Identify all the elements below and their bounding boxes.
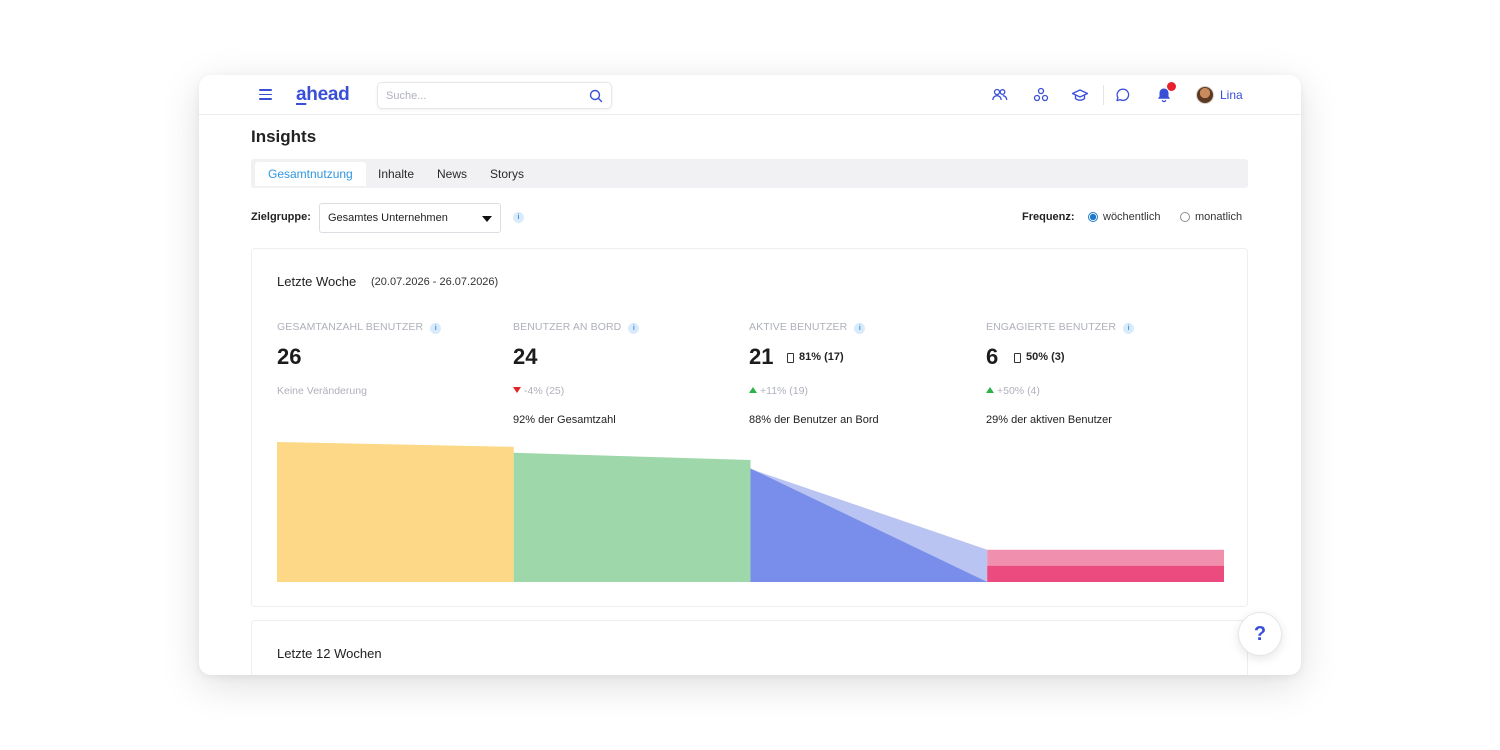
tab-bar: Gesamtnutzung Inhalte News Storys bbox=[251, 159, 1248, 188]
kpi-label: ENGAGIERTE BENUTZER i bbox=[986, 321, 1135, 334]
kpi-engaged-users: ENGAGIERTE BENUTZER i 6 50% (3) +50% (4)… bbox=[986, 321, 1216, 431]
tab-storys[interactable]: Storys bbox=[477, 162, 537, 186]
kpi-value: 21 bbox=[749, 344, 774, 369]
menu-icon[interactable] bbox=[259, 89, 272, 100]
audience-label: Zielgruppe: bbox=[251, 211, 311, 223]
notification-badge bbox=[1167, 82, 1176, 91]
kpi-change: +50% (4) bbox=[986, 385, 1040, 397]
search-box bbox=[377, 82, 612, 109]
toolbar-divider bbox=[1103, 85, 1104, 105]
info-icon[interactable]: i bbox=[513, 212, 524, 223]
radio-monthly-label[interactable]: monatlich bbox=[1195, 211, 1242, 223]
graduation-cap-icon[interactable] bbox=[1071, 86, 1089, 104]
kpi-value: 24 bbox=[513, 344, 538, 369]
app-window: ahead Lina Insights Gesamtnutzung Inhalt… bbox=[199, 75, 1301, 675]
kpi-total-users: GESAMTANZAHL BENUTZER i 26 Keine Verände… bbox=[277, 321, 507, 431]
trend-up-icon bbox=[749, 387, 757, 393]
kpi-label: AKTIVE BENUTZER i bbox=[749, 321, 866, 334]
chat-icon[interactable] bbox=[1114, 86, 1132, 104]
mobile-icon bbox=[1014, 353, 1021, 363]
kpi-change: Keine Veränderung bbox=[277, 385, 367, 397]
groups-icon[interactable] bbox=[1032, 86, 1050, 104]
kpi-note: 92% der Gesamtzahl bbox=[513, 414, 616, 426]
kpi-change: +11% (19) bbox=[749, 385, 808, 397]
kpi-note: 88% der Benutzer an Bord bbox=[749, 414, 879, 426]
trend-down-icon bbox=[513, 387, 521, 393]
caret-down-icon bbox=[482, 216, 492, 222]
search-input[interactable] bbox=[386, 88, 576, 104]
radio-weekly[interactable] bbox=[1088, 212, 1098, 222]
kpi-value: 6 bbox=[986, 344, 999, 369]
card-title: Letzte Woche bbox=[277, 274, 357, 289]
kpi-change: -4% (25) bbox=[513, 385, 564, 397]
kpi-value: 26 bbox=[277, 344, 302, 369]
kpi-label: BENUTZER AN BORD i bbox=[513, 321, 640, 334]
trend-card: Letzte 12 Wochen bbox=[251, 620, 1248, 675]
funnel-segment-1 bbox=[277, 442, 514, 582]
kpi-percentage: 50% (3) bbox=[1026, 351, 1065, 363]
weekly-stats-card: Letzte Woche (20.07.2026 - 26.07.2026) G… bbox=[251, 248, 1248, 607]
info-icon[interactable]: i bbox=[1123, 323, 1135, 334]
logo[interactable]: ahead bbox=[296, 84, 350, 106]
radio-weekly-label[interactable]: wöchentlich bbox=[1103, 211, 1160, 223]
tab-inhalte[interactable]: Inhalte bbox=[365, 162, 427, 186]
funnel-subsegment-4 bbox=[987, 565, 1224, 582]
avatar[interactable] bbox=[1196, 86, 1214, 104]
user-funnel-chart bbox=[277, 442, 1224, 582]
search-icon[interactable] bbox=[589, 89, 603, 103]
funnel-segment-2 bbox=[513, 452, 751, 582]
kpi-onboarded-users: BENUTZER AN BORD i 24 -4% (25) 92% der G… bbox=[513, 321, 743, 431]
kpi-active-users: AKTIVE BENUTZER i 21 81% (17) +11% (19) … bbox=[749, 321, 979, 431]
radio-monthly[interactable] bbox=[1180, 212, 1190, 222]
info-icon[interactable]: i bbox=[854, 323, 866, 334]
info-icon[interactable]: i bbox=[628, 323, 640, 334]
kpi-percentage: 81% (17) bbox=[799, 351, 844, 363]
audience-select-value: Gesamtes Unternehmen bbox=[328, 212, 448, 224]
mobile-icon bbox=[787, 353, 794, 363]
frequency-label: Frequenz: bbox=[1022, 211, 1075, 223]
tab-gesamtnutzung[interactable]: Gesamtnutzung bbox=[255, 162, 366, 186]
tab-news[interactable]: News bbox=[424, 162, 480, 186]
user-name[interactable]: Lina bbox=[1220, 88, 1243, 102]
kpi-note: 29% der aktiven Benutzer bbox=[986, 414, 1112, 426]
top-bar: ahead Lina bbox=[199, 75, 1301, 115]
trend-up-icon bbox=[986, 387, 994, 393]
info-icon[interactable]: i bbox=[430, 323, 442, 334]
page-title: Insights bbox=[251, 127, 317, 146]
card-date-range: (20.07.2026 - 26.07.2026) bbox=[371, 276, 499, 288]
kpi-label: GESAMTANZAHL BENUTZER i bbox=[277, 321, 442, 334]
card-title: Letzte 12 Wochen bbox=[277, 646, 382, 661]
audience-select[interactable]: Gesamtes Unternehmen bbox=[319, 203, 501, 233]
users-icon[interactable] bbox=[991, 86, 1009, 104]
help-button[interactable]: ? bbox=[1238, 612, 1282, 656]
